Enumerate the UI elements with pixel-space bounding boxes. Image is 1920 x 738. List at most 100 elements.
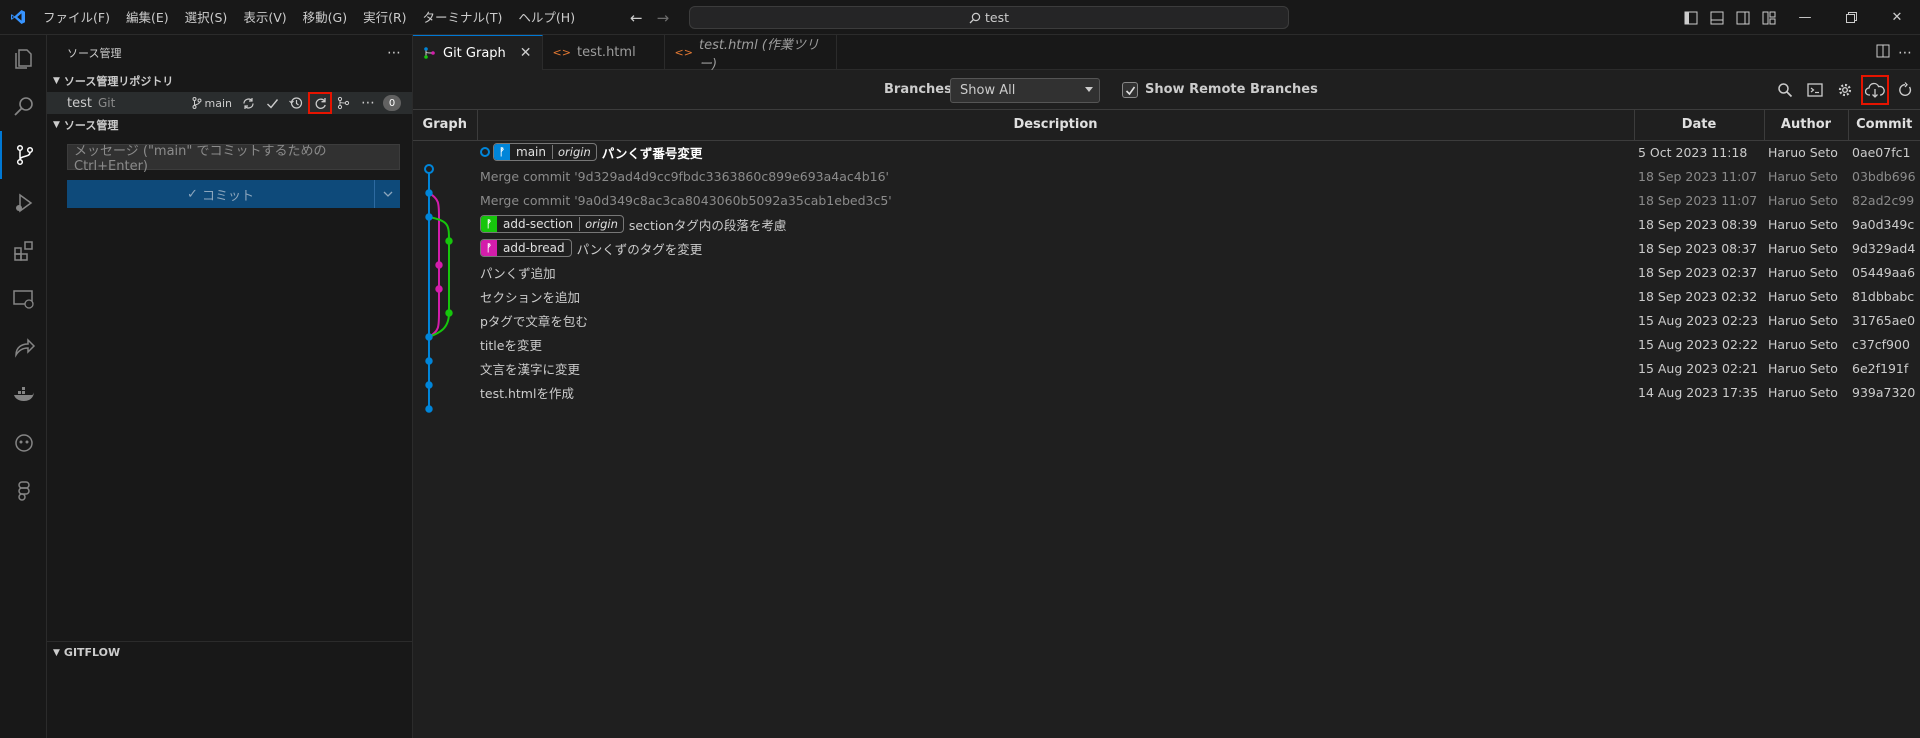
commit-hash-cell: c37cf900 [1852, 336, 1910, 352]
table-row[interactable]: 文言を漢字に変更 15 Aug 2023 02:21 Haruo Seto 6e2f1… [413, 356, 1920, 380]
description-column-header[interactable]: Description [477, 110, 1635, 141]
commit-dot[interactable] [435, 261, 443, 269]
table-row[interactable]: セクションを追加 18 Sep 2023 02:32 Haruo Seto 81dbb… [413, 284, 1920, 308]
show-remote-branches-checkbox[interactable] [1122, 82, 1138, 98]
close-tab-icon[interactable]: ✕ [520, 45, 532, 61]
restore-icon[interactable] [1828, 0, 1874, 35]
more-repo-actions-icon[interactable]: ⋯ [356, 92, 380, 114]
branch-label[interactable]: ᚡ main origin [493, 143, 597, 162]
search-activity-icon[interactable] [0, 83, 47, 131]
branch-button[interactable]: main [188, 92, 236, 114]
table-row[interactable]: ᚡ main origin パンくず番号変更 5 Oct 2023 11:18 Haruo… [413, 140, 1920, 164]
source-control-icon[interactable] [0, 131, 47, 179]
sidebar-header: ソース管理 ⋯ [47, 35, 412, 70]
commit-dropdown-chevron-icon[interactable] [374, 180, 400, 208]
terminal-icon[interactable] [1800, 74, 1830, 106]
commit-button[interactable]: ✓ コミット [67, 180, 400, 208]
extensions-icon[interactable] [0, 227, 47, 275]
more-editor-actions-icon[interactable]: ⋯ [1898, 45, 1912, 61]
commit-dot[interactable] [445, 309, 453, 317]
github-copilot-icon[interactable] [0, 419, 47, 467]
refresh-icon[interactable] [308, 92, 332, 114]
commit-column-header[interactable]: Commit [1848, 110, 1920, 141]
sync-icon[interactable] [236, 92, 260, 114]
branch-label-name: add-section [503, 217, 574, 231]
menu-item-0[interactable]: ファイル(F) [35, 0, 118, 35]
commit-dot[interactable] [425, 213, 433, 221]
tab-git-graph[interactable]: Git Graph ✕ [413, 35, 543, 70]
gitflow-section-header[interactable]: ▼ GITFLOW [47, 641, 413, 663]
figma-icon[interactable] [0, 467, 47, 515]
fetch-cloud-download-icon[interactable] [1860, 74, 1890, 106]
author-cell: Haruo Seto [1768, 216, 1838, 232]
date-column-header[interactable]: Date [1634, 110, 1765, 141]
menu-item-3[interactable]: 表示(V) [235, 0, 294, 35]
commit-dot[interactable] [425, 333, 433, 341]
branch-label[interactable]: ᚡ add-section origin [480, 215, 624, 233]
git-graph-icon[interactable] [332, 92, 356, 114]
check-icon: ✓ [187, 186, 198, 202]
commit-dot[interactable] [424, 164, 434, 174]
tab-test-html[interactable]: <> test.html [543, 35, 665, 70]
author-cell: Haruo Seto [1768, 312, 1838, 328]
commit-button-main[interactable]: ✓ コミット [67, 185, 374, 204]
history-icon[interactable] [284, 92, 308, 114]
author-cell: Haruo Seto [1768, 384, 1838, 400]
minimize-icon[interactable]: — [1782, 0, 1828, 35]
menu-item-7[interactable]: ヘルプ(H) [510, 0, 583, 35]
settings-gear-icon[interactable] [1830, 74, 1860, 106]
split-editor-icon[interactable] [1876, 44, 1890, 62]
commit-check-icon[interactable] [260, 92, 284, 114]
table-row[interactable]: test.htmlを作成 14 Aug 2023 17:35 Haruo Seto 9… [413, 380, 1920, 404]
find-icon[interactable] [1770, 74, 1800, 106]
repository-row[interactable]: test Git main ⋯ 0 [47, 92, 412, 114]
tab-test-html-worktree[interactable]: <> test.html (作業ツリー) [665, 35, 837, 72]
table-row[interactable]: パンくず追加 18 Sep 2023 02:37 Haruo Seto 05449aa… [413, 260, 1920, 284]
commit-dot[interactable] [435, 285, 443, 293]
date-cell: 18 Sep 2023 02:32 [1638, 288, 1758, 304]
menu-item-5[interactable]: 実行(R) [355, 0, 414, 35]
table-row[interactable]: ᚡ add-section origin sectionタグ内の段落を考慮 18 Sep… [413, 212, 1920, 236]
commit-dot[interactable] [425, 381, 433, 389]
command-center-search[interactable]: test [689, 6, 1289, 29]
branches-dropdown[interactable]: Show All [950, 78, 1100, 103]
menu-item-1[interactable]: 編集(E) [118, 0, 177, 35]
run-debug-icon[interactable] [0, 179, 47, 227]
menu-item-2[interactable]: 選択(S) [177, 0, 236, 35]
toggle-secondary-sidebar-icon[interactable] [1730, 0, 1756, 35]
table-row[interactable]: ᚡ add-bread パンくずのタグを変更 18 Sep 2023 08:37 Har… [413, 236, 1920, 260]
tab-label: Git Graph [443, 45, 506, 61]
remote-explorer-icon[interactable] [0, 275, 47, 323]
customize-layout-icon[interactable] [1756, 0, 1782, 35]
back-arrow-icon[interactable]: ← [630, 9, 643, 27]
more-actions-icon[interactable]: ⋯ [387, 45, 402, 61]
forward-arrow-icon[interactable]: → [657, 9, 670, 27]
commit-dot[interactable] [425, 189, 433, 197]
menu-item-4[interactable]: 移動(G) [295, 0, 355, 35]
scm-section-header[interactable]: ▼ ソース管理 [47, 114, 412, 136]
toggle-sidebar-icon[interactable] [1678, 0, 1704, 35]
menu-item-6[interactable]: ターミナル(T) [415, 0, 511, 35]
branch-label[interactable]: ᚡ add-bread [480, 239, 572, 257]
graph-column-header[interactable]: Graph [413, 110, 478, 141]
table-row[interactable]: Merge commit '9a0d349c8ac3ca8043060b5092… [413, 188, 1920, 212]
date-cell: 15 Aug 2023 02:21 [1638, 360, 1759, 376]
table-row[interactable]: Merge commit '9d329ad4d9cc9fbdc3363860c8… [413, 164, 1920, 188]
live-share-icon[interactable] [0, 323, 47, 371]
commit-dot[interactable] [425, 357, 433, 365]
toggle-panel-icon[interactable] [1704, 0, 1730, 35]
repo-name: test [67, 95, 92, 111]
table-row[interactable]: titleを変更 15 Aug 2023 02:22 Haruo Seto c37cf… [413, 332, 1920, 356]
commit-dot[interactable] [445, 237, 453, 245]
explorer-icon[interactable] [0, 35, 47, 83]
commit-message-input[interactable]: メッセージ ("main" でコミットするためのCtrl+Enter) [67, 144, 400, 174]
close-window-icon[interactable]: ✕ [1874, 0, 1920, 35]
repositories-section-header[interactable]: ▼ ソース管理リポジトリ [47, 70, 412, 92]
refresh-graph-icon[interactable] [1890, 74, 1920, 106]
title-bar: ファイル(F) 編集(E) 選択(S) 表示(V) 移動(G) 実行(R) ターミナル(T)… [0, 0, 1920, 35]
docker-icon[interactable] [0, 371, 47, 419]
author-column-header[interactable]: Author [1764, 110, 1849, 141]
menu-bar: ファイル(F) 編集(E) 選択(S) 表示(V) 移動(G) 実行(R) ターミナル(T)… [35, 0, 583, 35]
commit-dot[interactable] [425, 405, 433, 413]
table-row[interactable]: pタグで文章を包む 15 Aug 2023 02:23 Haruo Seto 3176… [413, 308, 1920, 332]
